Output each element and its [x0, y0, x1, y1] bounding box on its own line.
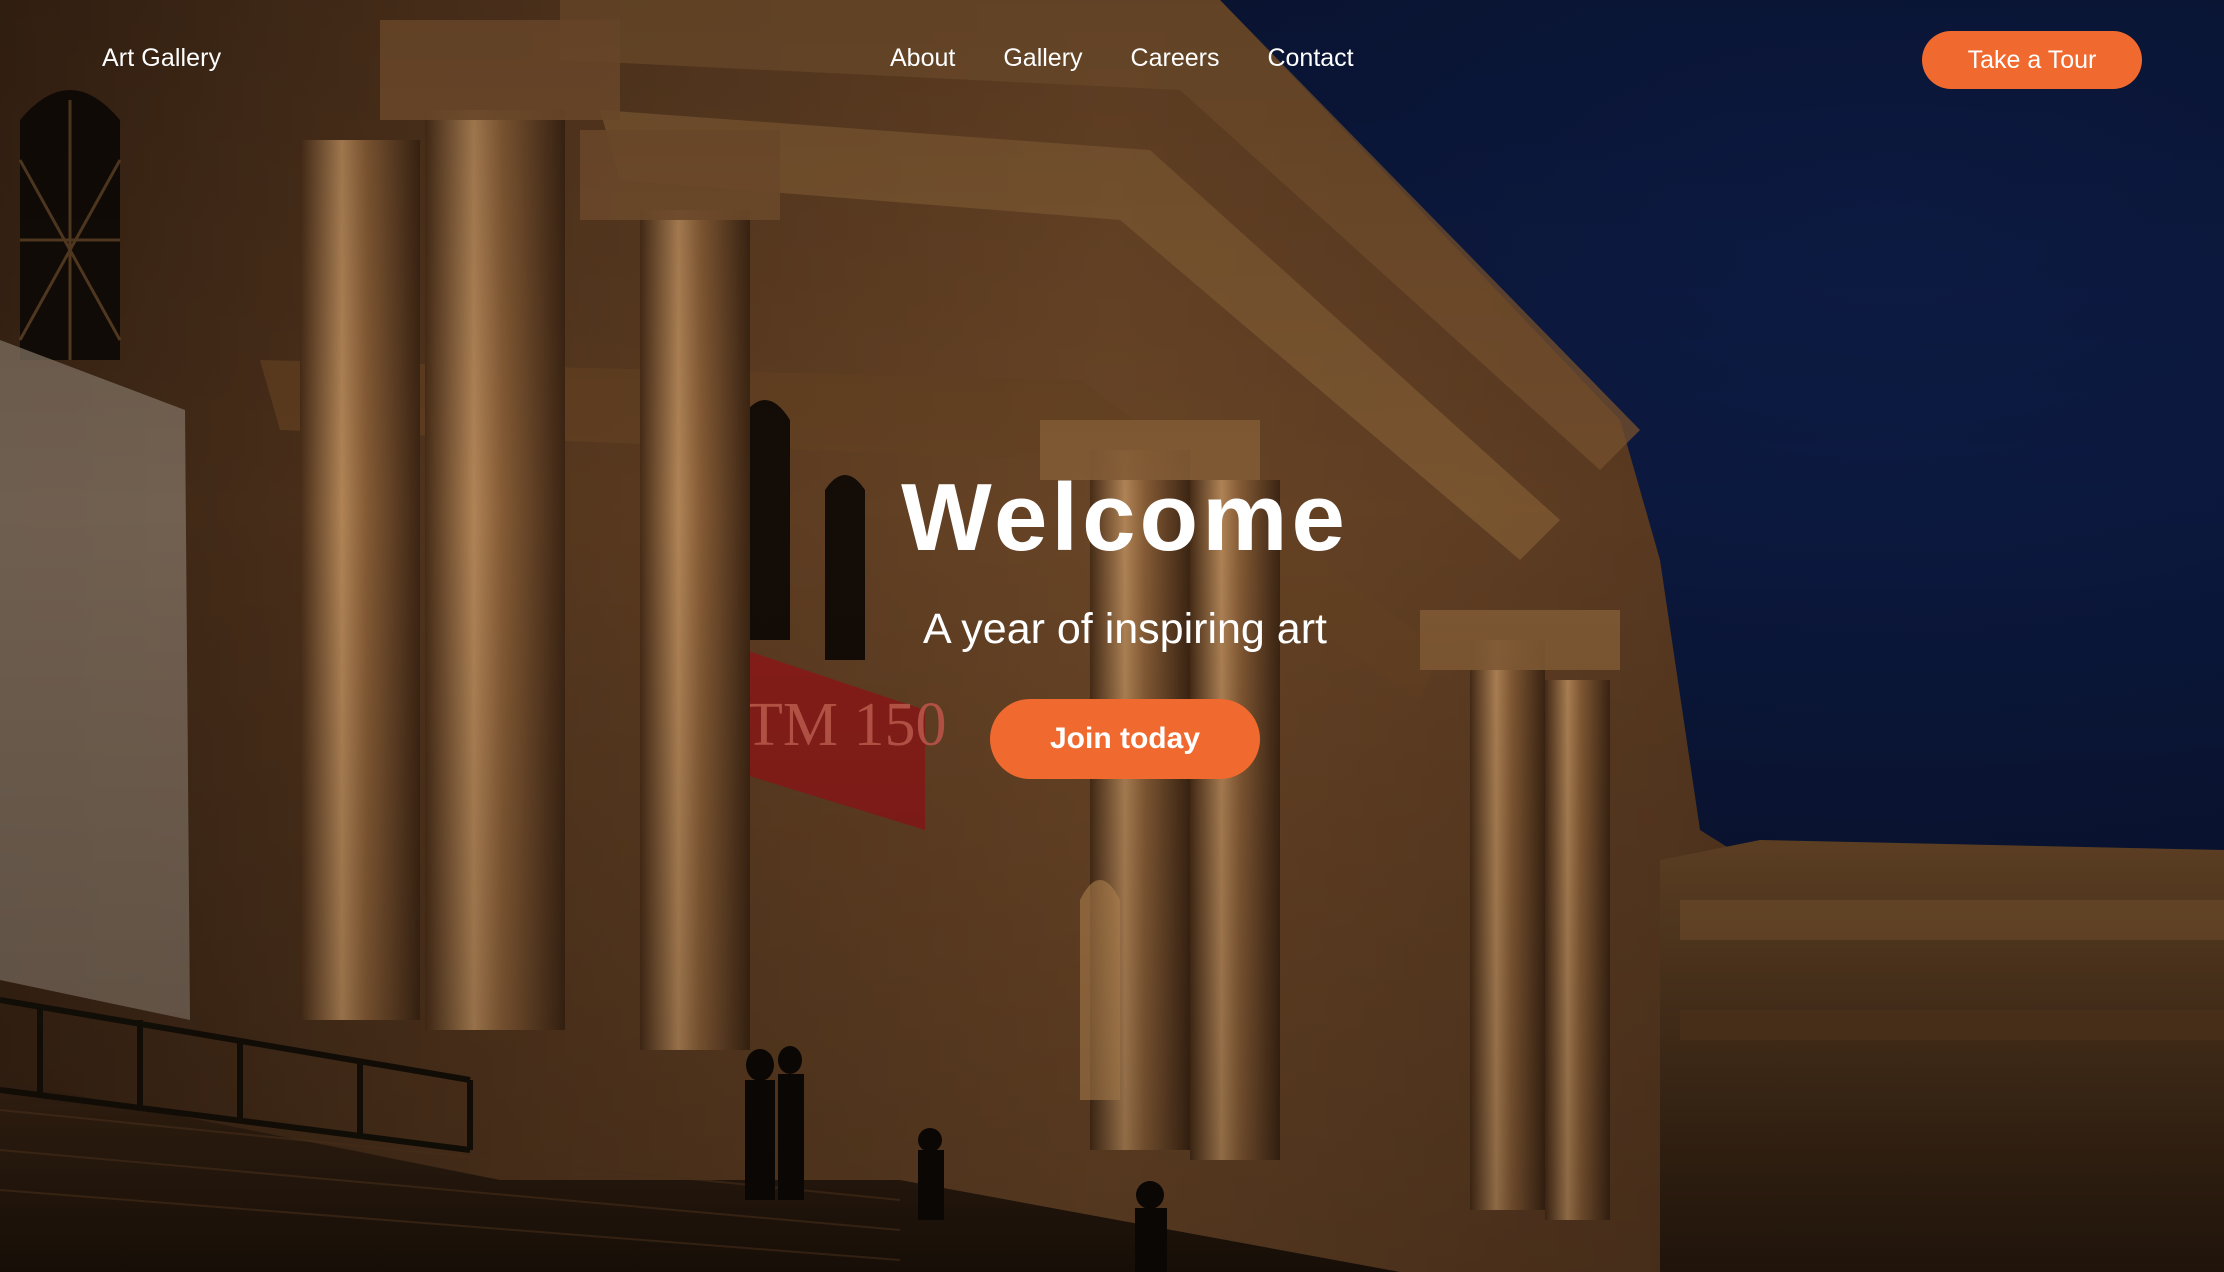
- nav-link-gallery[interactable]: Gallery: [1003, 44, 1082, 73]
- nav-links: About Gallery Careers Contact: [890, 44, 1354, 73]
- landing-page: TM 150 Art Gallery About Gallery Careers…: [0, 0, 2224, 1272]
- take-a-tour-button[interactable]: Take a Tour: [1922, 31, 2142, 89]
- top-navigation: Art Gallery About Gallery Careers Contac…: [0, 0, 2224, 120]
- brand-logo-link[interactable]: Art Gallery: [102, 44, 221, 73]
- hero-subtitle: A year of inspiring art: [923, 605, 1327, 653]
- hero-section: Welcome A year of inspiring art Join tod…: [0, 470, 2224, 779]
- hero-title: Welcome: [901, 464, 1349, 571]
- nav-link-about[interactable]: About: [890, 44, 955, 73]
- nav-link-careers[interactable]: Careers: [1131, 44, 1220, 73]
- nav-link-contact[interactable]: Contact: [1267, 44, 1353, 73]
- join-today-button[interactable]: Join today: [990, 699, 1260, 779]
